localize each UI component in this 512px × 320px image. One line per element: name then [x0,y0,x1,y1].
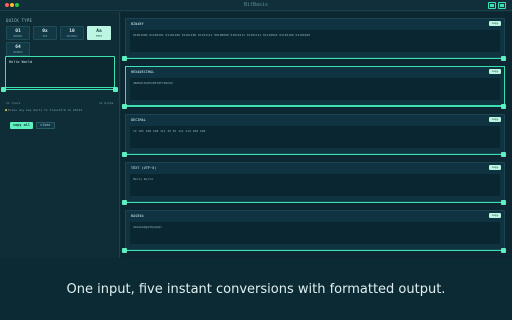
quick-type-label: BASE64 [13,51,23,54]
copy-button[interactable]: copy [489,117,501,122]
resize-handle-right[interactable] [113,87,118,92]
card-header: BASE64 copy [126,211,504,220]
quick-type-num: Aa [96,29,102,34]
card-header: TEXT (UTF-8) copy [126,163,504,172]
copy-button[interactable]: copy [489,69,501,74]
divider-line [125,154,505,155]
input-value: Hello World [9,60,33,64]
divider-line [125,106,505,107]
quick-type-binary[interactable]: 01 BINARY [6,26,30,40]
byte-count: 11 bytes [99,101,114,105]
resize-handle-left[interactable] [1,87,6,92]
copy-button[interactable]: copy [489,165,501,170]
copy-all-button[interactable]: copy all [10,122,33,129]
quick-type-label: TEXT [95,35,103,38]
card-header: DECIMAL copy [126,115,504,124]
quick-type-num: 64 [15,45,21,50]
resize-handle[interactable] [501,104,506,109]
quick-type-label: BINARY [13,35,23,38]
output-card-text: TEXT (UTF-8) copy Hello World [125,162,505,202]
resize-handle[interactable] [501,152,506,157]
divider-line [125,250,505,251]
quick-type-label: QUICK TYPE [6,18,33,23]
copy-button[interactable]: copy [489,213,501,218]
card-title: BINARY [131,22,144,26]
lightbulb-icon: ● [5,108,8,112]
quick-type-hex[interactable]: 0x HEX [33,26,57,40]
resize-handle[interactable] [501,56,506,61]
quick-type-label: HEX [42,35,48,38]
resize-handle[interactable] [501,200,506,205]
card-output[interactable]: 48656C6C6F20576F726C64 [130,78,500,100]
output-value: SGVsbG8gV29ybGQ= [133,225,162,229]
divider-line [125,58,505,59]
marketing-caption: One input, five instant conversions with… [66,282,446,297]
card-title: HEXADECIMAL [131,70,155,74]
quick-type-decimal[interactable]: 10 DECIMAL [60,26,84,40]
layout-toggle-button[interactable] [488,2,496,9]
output-card-hex: HEXADECIMAL copy 48656C6C6F20576F726C64 [125,66,505,106]
output-panel: BINARY copy 01001000 01100101 01101100 0… [121,12,512,258]
card-output[interactable]: 72 101 108 108 111 32 87 111 114 108 100 [130,126,500,148]
quick-type-base64[interactable]: 64 BASE64 [6,42,30,56]
window-title: BitBasis [243,2,269,8]
resize-handle[interactable] [122,248,127,253]
clear-button[interactable]: clear [36,122,55,129]
quick-type-label: DECIMAL [66,35,78,38]
quick-type-num: 10 [69,29,75,34]
text-input[interactable]: Hello World [5,56,115,88]
copy-button[interactable]: copy [489,21,501,26]
divider-line [125,202,505,203]
resize-handle[interactable] [122,152,127,157]
card-title: BASE64 [131,214,144,218]
card-output[interactable]: SGVsbG8gV29ybGQ= [130,222,500,244]
layout-icon [490,4,494,7]
hint-text: Press any key multi to transform to ASCI… [8,108,83,112]
output-value: 01001000 01100101 01101100 01101100 0110… [133,33,311,37]
card-output[interactable]: 01001000 01100101 01101100 01101100 0110… [130,30,500,52]
output-card-binary: BINARY copy 01001000 01100101 01101100 0… [125,18,505,58]
card-header: BINARY copy [126,19,504,28]
quick-type-num: 0x [42,29,48,34]
card-header: HEXADECIMAL copy [126,67,504,76]
input-panel: QUICK TYPE 01 BINARY 0x HEX 10 DECIMAL A… [0,12,120,258]
char-count: 11 chars [6,101,21,105]
gear-icon [500,4,504,7]
settings-button[interactable] [498,2,506,9]
quick-type-num: 01 [15,29,21,34]
output-value: 48656C6C6F20576F726C64 [133,81,173,85]
output-card-decimal: DECIMAL copy 72 101 108 108 111 32 87 11… [125,114,505,154]
app-window: BitBasis QUICK TYPE 01 BINARY 0x HEX 10 … [0,0,512,258]
selection-line [3,89,116,90]
resize-handle[interactable] [122,104,127,109]
output-value: Hello World [133,177,153,181]
resize-handle[interactable] [122,56,127,61]
title-bar: BitBasis [0,0,512,11]
quick-type-text[interactable]: Aa TEXT [87,26,111,40]
output-card-base64: BASE64 copy SGVsbG8gV29ybGQ= [125,210,505,250]
resize-handle[interactable] [122,200,127,205]
card-title: DECIMAL [131,118,146,122]
card-title: TEXT (UTF-8) [131,166,157,170]
output-value: 72 101 108 108 111 32 87 111 114 108 100 [133,129,206,133]
resize-handle[interactable] [501,248,506,253]
card-output[interactable]: Hello World [130,174,500,196]
